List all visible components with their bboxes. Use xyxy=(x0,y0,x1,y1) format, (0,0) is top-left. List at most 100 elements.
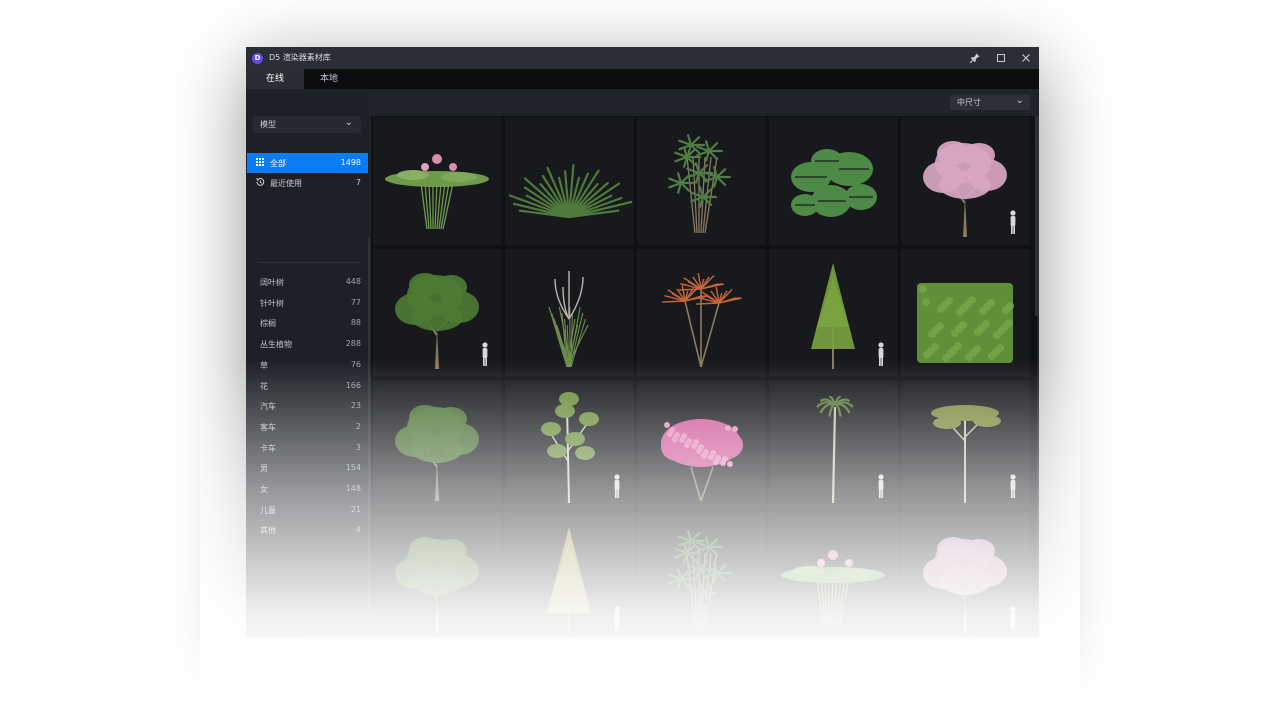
category-label: 棕榈 xyxy=(260,319,276,329)
pin-icon[interactable] xyxy=(969,52,981,64)
sidebar-category-item[interactable]: 草 76 xyxy=(246,355,369,375)
category-label: 儿童 xyxy=(260,505,276,515)
maximize-icon[interactable] xyxy=(995,52,1007,64)
asset-preview xyxy=(668,530,732,630)
asset-preview xyxy=(395,537,479,633)
asset-preview xyxy=(661,419,743,502)
category-label: 花 xyxy=(260,381,268,391)
golden-conifer-thumbnail[interactable] xyxy=(505,513,634,637)
flowering-tree-thumbnail[interactable] xyxy=(901,513,1030,637)
monstera-thumbnail[interactable] xyxy=(769,117,898,245)
category-label: 针叶树 xyxy=(260,298,284,308)
category-label: 其他 xyxy=(260,526,276,536)
sidebar-category-item[interactable]: 儿童 21 xyxy=(246,500,369,520)
tall-palm-thumbnail[interactable] xyxy=(769,381,898,509)
category-label: 卡车 xyxy=(260,443,276,453)
asset-preview xyxy=(917,283,1014,363)
sidebar-category-item[interactable]: 女 148 xyxy=(246,479,369,499)
red-cordyline-thumbnail[interactable] xyxy=(637,249,766,377)
category-count: 3 xyxy=(355,442,361,452)
sidebar-category-item[interactable]: 客车 2 xyxy=(246,417,369,437)
nav-item-all[interactable]: 全部 1498 xyxy=(247,153,368,173)
category-count: 21 xyxy=(350,504,361,514)
sidebar-category-item[interactable]: 卡车 3 xyxy=(246,438,369,458)
asset-library-window: D D5 渲染器素材库 在线 本地 模型 ⌄ 全部 1498 最近使用 7 阔叶… xyxy=(246,47,1039,637)
category-label: 女 xyxy=(260,485,268,494)
thumbnail-size-select[interactable]: 中尺寸 ⌄ xyxy=(950,95,1030,110)
title-bar[interactable]: D D5 渲染器素材库 xyxy=(246,47,1039,69)
asset-preview xyxy=(547,527,620,633)
pampas-grass-thumbnail[interactable] xyxy=(505,249,634,377)
asset-type-select[interactable]: 模型 ⌄ xyxy=(253,116,361,133)
nav-label: 最近使用 xyxy=(270,179,302,188)
category-count: 77 xyxy=(350,297,361,307)
broadleaf-tree-thumbnail[interactable] xyxy=(373,249,502,377)
asset-preview xyxy=(548,271,589,368)
asset-preview xyxy=(931,405,1016,503)
category-label: 丛生植物 xyxy=(260,340,292,350)
category-count: 4 xyxy=(355,525,361,535)
round-shrub-tree-thumbnail[interactable] xyxy=(373,381,502,509)
asset-type-value: 模型 xyxy=(260,120,276,129)
lady-palm-thumbnail[interactable] xyxy=(637,117,766,245)
category-count: 166 xyxy=(345,380,361,390)
sidebar-category-item[interactable]: 汽车 23 xyxy=(246,396,369,416)
grid-toolbar: 中尺寸 ⌄ xyxy=(369,89,1039,116)
nav-item-recent[interactable]: 最近使用 7 xyxy=(247,173,368,193)
asset-preview xyxy=(541,392,620,504)
acacia-tree-thumbnail[interactable] xyxy=(901,381,1030,509)
thumbnail-size-value: 中尺寸 xyxy=(957,98,981,107)
asset-preview xyxy=(816,396,884,504)
tab-online[interactable]: 在线 xyxy=(246,69,304,89)
sidebar-divider xyxy=(258,262,360,263)
sidebar-category-item[interactable]: 针叶树 77 xyxy=(246,293,369,313)
category-count: 2 xyxy=(355,421,361,431)
category-count: 154 xyxy=(345,463,361,473)
tab-local[interactable]: 本地 xyxy=(304,69,354,89)
asset-preview xyxy=(395,273,488,369)
asset-preview xyxy=(662,272,742,368)
sidebar-category-item[interactable]: 阔叶树 448 xyxy=(246,272,369,292)
grid-icon xyxy=(255,157,265,167)
category-count: 148 xyxy=(345,484,361,493)
asset-preview xyxy=(508,163,633,219)
history-icon xyxy=(255,177,265,187)
azalea-bush-thumbnail[interactable] xyxy=(637,381,766,509)
hedge-thumbnail[interactable] xyxy=(901,249,1030,377)
banana-plant-thumbnail[interactable] xyxy=(637,513,766,637)
grid-scrollbar[interactable] xyxy=(1035,116,1039,316)
water-lily-thumbnail[interactable] xyxy=(373,117,502,245)
sidebar-category-item[interactable]: 其他 4 xyxy=(246,520,369,540)
chevron-down-icon: ⌄ xyxy=(1015,95,1024,106)
sidebar-category-item[interactable]: 花 166 xyxy=(246,376,369,396)
conifer-tree-thumbnail[interactable] xyxy=(769,249,898,377)
nav-count: 7 xyxy=(355,178,361,187)
sidebar-category-item[interactable]: 男 154 xyxy=(246,458,369,478)
asset-preview xyxy=(385,154,489,230)
cherry-blossom-tree-thumbnail[interactable] xyxy=(901,117,1030,245)
asset-preview xyxy=(395,405,479,501)
chevron-down-icon: ⌄ xyxy=(344,117,353,128)
sidebar-scrollbar[interactable] xyxy=(368,237,370,637)
sidebar-category-item[interactable]: 丛生植物 288 xyxy=(246,334,369,354)
asset-preview xyxy=(781,550,885,626)
category-count: 23 xyxy=(350,401,361,411)
window-title: D5 渲染器素材库 xyxy=(269,53,331,62)
category-label: 汽车 xyxy=(260,402,276,412)
sidebar-category-item[interactable]: 棕榈 88 xyxy=(246,313,369,333)
category-label: 草 xyxy=(260,360,268,370)
asset-preview xyxy=(811,263,884,369)
category-sidebar: 模型 ⌄ 全部 1498 最近使用 7 阔叶树 448 针叶树 77 棕榈 88 丛生植物 2… xyxy=(246,89,370,637)
oak-tree-thumbnail[interactable] xyxy=(373,513,502,637)
category-label: 客车 xyxy=(260,422,276,432)
close-icon[interactable] xyxy=(1020,52,1032,64)
lotus-pond-thumbnail[interactable] xyxy=(769,513,898,637)
asset-preview xyxy=(668,134,732,234)
yucca-thumbnail[interactable] xyxy=(505,117,634,245)
category-count: 448 xyxy=(345,277,361,286)
app-logo-icon: D xyxy=(252,53,263,64)
category-count: 88 xyxy=(350,318,361,328)
asset-grid xyxy=(371,116,1037,637)
birch-tree-thumbnail[interactable] xyxy=(505,381,634,509)
asset-preview xyxy=(923,537,1016,633)
